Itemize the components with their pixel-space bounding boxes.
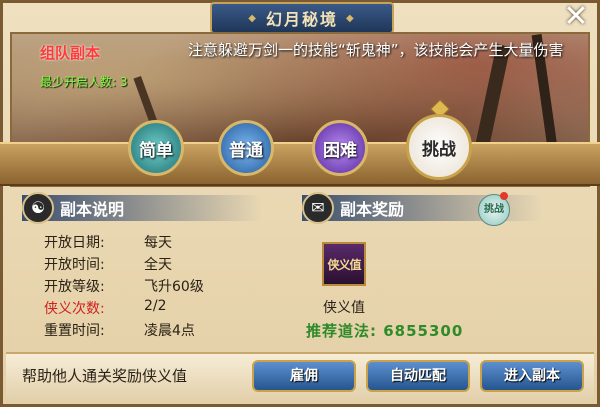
info-value: 凌晨4点: [144, 323, 195, 339]
description-list: 开放日期: 每天 开放时间: 全天 开放等级: 飞升60级 侠义次数: 2/2 …: [44, 232, 204, 342]
boss-tip-text: 注意躲避万剑一的技能“斩鬼神”，该技能会产生大量伤害: [188, 41, 564, 59]
info-value: 全天: [144, 257, 172, 273]
window-title: 幻月秘境: [265, 10, 338, 29]
notification-dot: [500, 192, 508, 200]
recommended-power-text: 推荐道法: 6855300: [306, 322, 464, 340]
info-key: 开放等级:: [44, 279, 105, 295]
info-key: 开放日期:: [44, 235, 105, 251]
info-key: 重置时间:: [44, 323, 105, 339]
title-right-ornament-icon: ◆: [346, 12, 356, 24]
min-players-text: 最少开启人数: 3: [40, 75, 128, 89]
info-row-open-time: 开放时间: 全天: [44, 254, 204, 276]
info-key: 开放时间:: [44, 257, 105, 273]
enter-dungeon-button[interactable]: 进入副本: [480, 360, 584, 392]
hire-button[interactable]: 雇佣: [252, 360, 356, 392]
difficulty-challenge-button[interactable]: 挑战: [406, 114, 472, 180]
difficulty-hard-button[interactable]: 困难: [312, 120, 368, 176]
description-title: 副本说明: [60, 200, 125, 219]
info-row-open-date: 开放日期: 每天: [44, 232, 204, 254]
difficulty-ribbon: [0, 142, 600, 186]
mode-label: 组队副本: [40, 44, 101, 62]
info-row-reset-time: 重置时间: 凌晨4点: [44, 320, 204, 342]
info-key: 侠义次数:: [44, 301, 105, 317]
scroll-icon: ✉: [302, 192, 334, 224]
info-value: 飞升60级: [144, 279, 204, 295]
description-header: ☯ 副本说明: [22, 192, 262, 224]
difficulty-easy-button[interactable]: 简单: [128, 120, 184, 176]
window-title-plate: ◆ 幻月秘境 ◆: [210, 2, 394, 34]
title-left-ornament-icon: ◆: [248, 12, 258, 24]
reward-item-chivalry[interactable]: 侠义值: [322, 242, 366, 286]
difficulty-normal-button[interactable]: 普通: [218, 120, 274, 176]
help-reward-text: 帮助他人通关奖励侠义值: [22, 367, 188, 385]
auto-match-button[interactable]: 自动匹配: [366, 360, 470, 392]
rewards-title: 副本奖励: [340, 200, 405, 219]
yin-yang-icon: ☯: [22, 192, 54, 224]
close-button[interactable]: ✕: [558, 0, 594, 34]
info-row-chivalry-count: 侠义次数: 2/2: [44, 298, 204, 320]
scene-info: 组队副本 最少开启人数: 3: [40, 42, 128, 90]
reward-item-name: 侠义值: [323, 300, 365, 316]
info-row-open-level: 开放等级: 飞升60级: [44, 276, 204, 298]
info-value: 每天: [144, 235, 172, 251]
info-value: 2/2: [144, 298, 167, 314]
